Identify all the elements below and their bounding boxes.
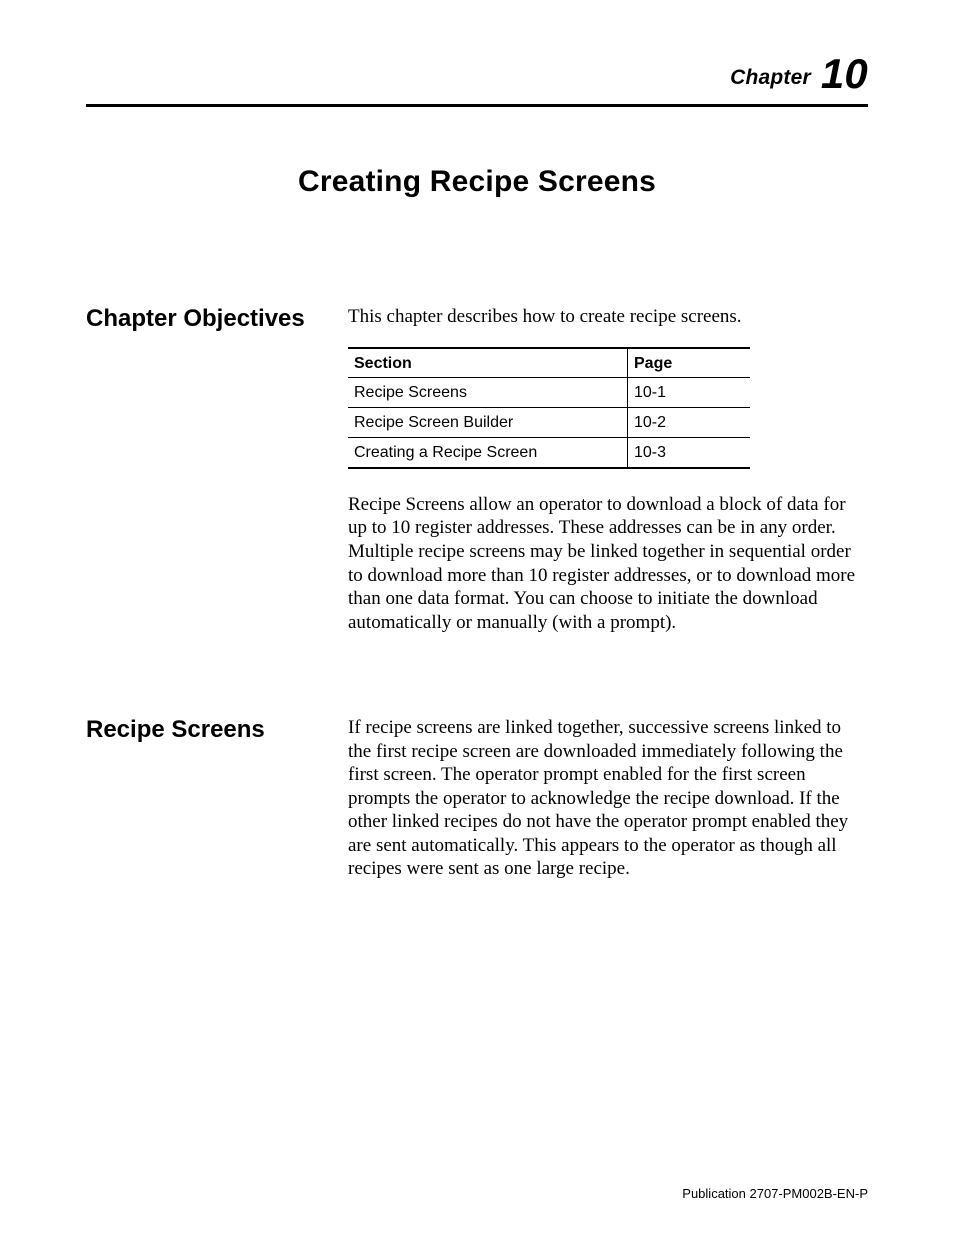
table-header-page: Page <box>628 348 751 378</box>
recipe-screens-body: If recipe screens are linked together, s… <box>348 716 868 881</box>
page-title: Creating Recipe Screens <box>86 165 868 199</box>
cell-page: 10-1 <box>628 378 751 408</box>
objectives-intro: This chapter describes how to create rec… <box>348 305 868 329</box>
chapter-word: Chapter <box>730 66 811 89</box>
publication-footer: Publication 2707-PM002B-EN-P <box>682 1186 868 1201</box>
table-row: Creating a Recipe Screen 10-3 <box>348 438 750 468</box>
objectives-body: Recipe Screens allow an operator to down… <box>348 493 868 634</box>
table-header-section: Section <box>348 348 628 378</box>
cell-section: Creating a Recipe Screen <box>348 438 628 468</box>
chapter-indicator: Chapter 10 <box>86 50 868 98</box>
section-heading-recipe-screens: Recipe Screens <box>86 716 348 744</box>
cell-page: 10-2 <box>628 408 751 438</box>
chapter-number: 10 <box>821 50 868 97</box>
header-rule <box>86 104 868 107</box>
sections-table: Section Page Recipe Screens 10-1 Recipe … <box>348 347 750 469</box>
table-row: Recipe Screens 10-1 <box>348 378 750 408</box>
table-row: Recipe Screen Builder 10-2 <box>348 408 750 438</box>
cell-section: Recipe Screen Builder <box>348 408 628 438</box>
cell-page: 10-3 <box>628 438 751 468</box>
cell-section: Recipe Screens <box>348 378 628 408</box>
section-heading-objectives: Chapter Objectives <box>86 305 348 333</box>
